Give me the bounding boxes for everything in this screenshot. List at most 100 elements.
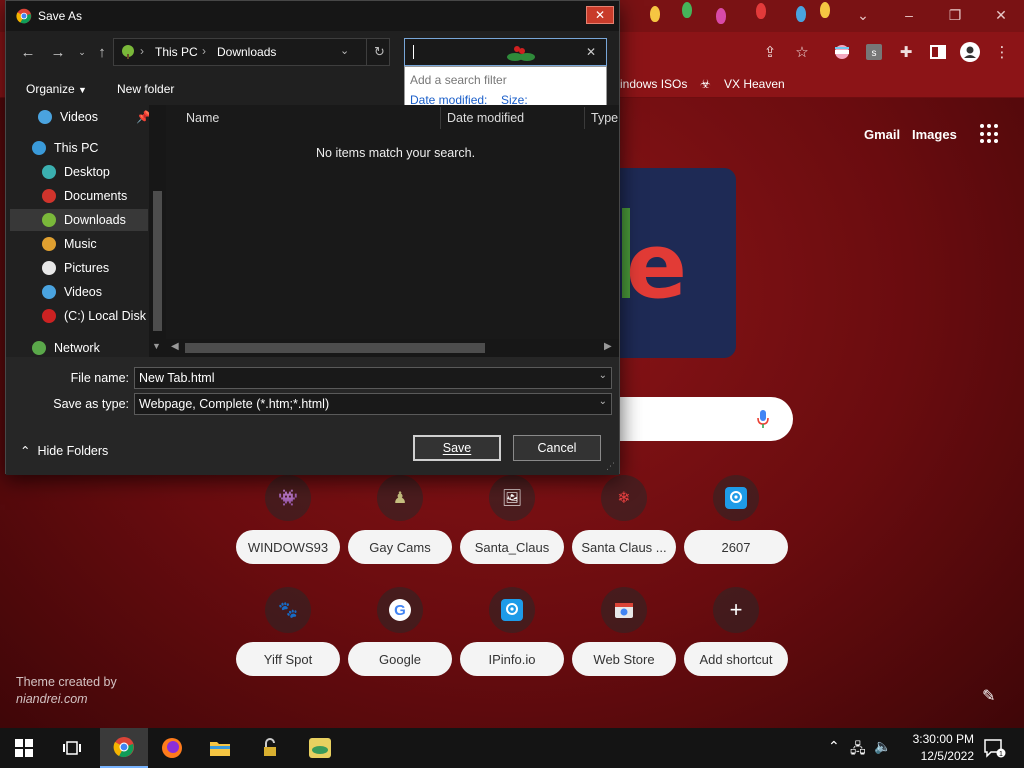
side-panel-icon[interactable]: [928, 42, 948, 62]
unknown-app-taskbar-icon[interactable]: [296, 728, 344, 768]
save-button[interactable]: Save: [413, 435, 501, 461]
column-header-name[interactable]: Name: [186, 111, 219, 125]
horizontal-scrollbar[interactable]: ◀ ▶: [166, 339, 619, 357]
bookmark-star-icon[interactable]: ☆: [792, 42, 812, 62]
nav-item-label: Desktop: [64, 165, 110, 179]
clear-search-icon[interactable]: ✕: [586, 45, 596, 59]
empty-results-message: No items match your search.: [316, 146, 476, 160]
bookmark-windows-isos[interactable]: indows ISOs: [620, 77, 687, 91]
shortcut-label: Santa Claus ...: [572, 530, 676, 564]
chevron-up-icon: ⌃: [20, 444, 31, 458]
tab-search-icon[interactable]: ⌄: [840, 0, 886, 30]
column-divider[interactable]: [440, 107, 441, 129]
task-view-icon[interactable]: [48, 728, 96, 768]
nav-scrollbar[interactable]: ▼: [149, 105, 166, 357]
downloads-folder-icon: [122, 45, 134, 59]
images-link[interactable]: Images: [912, 127, 957, 142]
nav-item-local-disk[interactable]: (C:) Local Disk: [10, 305, 148, 327]
dialog-title: Save As: [38, 9, 83, 23]
scroll-left-arrow-icon[interactable]: ◀: [171, 341, 179, 352]
horizontal-scrollbar-thumb[interactable]: [185, 343, 485, 353]
search-input[interactable]: ✕: [404, 38, 607, 66]
organize-menu-button[interactable]: Organize ▼: [26, 82, 87, 96]
svg-text:G: G: [394, 602, 406, 619]
column-header-date-modified[interactable]: Date modified: [447, 111, 524, 125]
extensions-puzzle-icon[interactable]: ✚: [896, 42, 916, 62]
voice-search-mic-icon[interactable]: [756, 409, 770, 429]
new-folder-button[interactable]: New folder: [117, 82, 174, 96]
santa-claus-page-icon: 🖼: [489, 475, 535, 521]
notifications-icon[interactable]: 1: [984, 738, 1006, 761]
theme-credit-link[interactable]: niandrei.com: [16, 691, 117, 708]
recent-locations-chevron-icon[interactable]: ⌄: [72, 42, 92, 62]
address-dropdown-chevron-icon[interactable]: ⌄: [340, 44, 349, 57]
gmail-link[interactable]: Gmail: [864, 127, 900, 142]
cancel-button[interactable]: Cancel: [513, 435, 601, 461]
save-type-dropdown-icon[interactable]: ⌄: [599, 396, 607, 407]
column-header-type[interactable]: Type: [591, 111, 618, 125]
scroll-right-arrow-icon[interactable]: ▶: [604, 341, 612, 352]
nav-item-label: Music: [64, 237, 97, 251]
file-name-label: File name:: [70, 371, 129, 385]
file-explorer-taskbar-icon[interactable]: [196, 728, 244, 768]
google-g-icon: G: [377, 587, 423, 633]
file-name-dropdown-icon[interactable]: ⌄: [599, 370, 607, 381]
google-apps-icon[interactable]: [980, 124, 1000, 144]
close-window-button[interactable]: ✕: [978, 0, 1024, 30]
volume-tray-icon[interactable]: 🔈: [874, 738, 891, 755]
dialog-titlebar[interactable]: Save As ✕: [6, 1, 619, 31]
nav-item-this-pc[interactable]: This PC: [10, 137, 148, 159]
extension-s-icon[interactable]: s: [864, 42, 884, 62]
doodle-letter-graphic: e: [626, 214, 688, 319]
scroll-down-arrow-icon[interactable]: ▼: [152, 341, 161, 351]
resize-grip-icon[interactable]: ⋰: [606, 461, 615, 472]
chrome-taskbar-icon[interactable]: [100, 728, 148, 768]
back-arrow-icon[interactable]: ←: [18, 42, 38, 62]
nav-item-desktop[interactable]: Desktop: [10, 161, 148, 183]
clock[interactable]: 3:30:00 PM 12/5/2022: [894, 731, 974, 765]
nav-item-videos-quick[interactable]: Videos 📌: [10, 106, 151, 128]
shortcut-label: IPinfo.io: [460, 642, 564, 676]
restore-button[interactable]: ❐: [932, 0, 978, 30]
refresh-icon[interactable]: ↻: [366, 39, 392, 65]
nav-item-music[interactable]: Music: [10, 233, 148, 255]
nav-scrollbar-thumb[interactable]: [153, 191, 162, 331]
file-name-value: New Tab.html: [139, 371, 215, 385]
show-hidden-icons-chevron[interactable]: ⌃: [828, 738, 840, 755]
notification-count: 1: [999, 751, 1003, 758]
extension-flag-icon[interactable]: [832, 42, 852, 62]
network-tray-icon[interactable]: 🖧: [850, 738, 866, 762]
nav-item-downloads[interactable]: Downloads: [10, 209, 148, 231]
save-as-dialog: Save As ✕ ← → ⌄ ↑ › This PC › Downloads …: [5, 0, 620, 475]
address-bar[interactable]: › This PC › Downloads ⌄ ↻: [113, 38, 390, 66]
menu-kebab-icon[interactable]: ⋮: [992, 42, 1012, 62]
lock-app-taskbar-icon[interactable]: [246, 728, 294, 768]
hide-folders-button[interactable]: ⌃ Hide Folders: [20, 443, 108, 458]
dialog-close-button[interactable]: ✕: [586, 6, 614, 24]
breadcrumb-downloads[interactable]: Downloads: [217, 45, 276, 59]
christmas-lights-decoration: [620, 0, 840, 32]
column-divider[interactable]: [584, 107, 585, 129]
nav-item-network[interactable]: Network: [10, 337, 148, 357]
breadcrumb-this-pc[interactable]: This PC: [155, 45, 198, 59]
svg-text:s: s: [872, 48, 877, 59]
forward-arrow-icon[interactable]: →: [48, 42, 68, 62]
customize-pencil-icon[interactable]: ✎: [982, 686, 995, 706]
bookmark-vx-heaven[interactable]: VX Heaven: [724, 77, 785, 91]
profile-avatar-icon[interactable]: [960, 42, 980, 62]
up-arrow-icon[interactable]: ↑: [92, 42, 112, 62]
nav-item-videos[interactable]: Videos: [10, 281, 148, 303]
share-icon[interactable]: ⇪: [760, 42, 780, 62]
minimize-button[interactable]: –: [886, 0, 932, 30]
nav-item-pictures[interactable]: Pictures: [10, 257, 148, 279]
firefox-taskbar-icon[interactable]: [148, 728, 196, 768]
nav-item-label: Documents: [64, 189, 128, 203]
nav-item-label: (C:) Local Disk: [64, 309, 146, 323]
desktop-icon: [42, 165, 56, 179]
file-name-input[interactable]: New Tab.html ⌄: [134, 367, 612, 389]
paw-icon: 🐾: [265, 587, 311, 633]
save-type-select[interactable]: Webpage, Complete (*.htm;*.html) ⌄: [134, 393, 612, 415]
shortcut-label: WINDOWS93: [236, 530, 340, 564]
start-button[interactable]: [0, 728, 48, 768]
nav-item-documents[interactable]: Documents: [10, 185, 148, 207]
